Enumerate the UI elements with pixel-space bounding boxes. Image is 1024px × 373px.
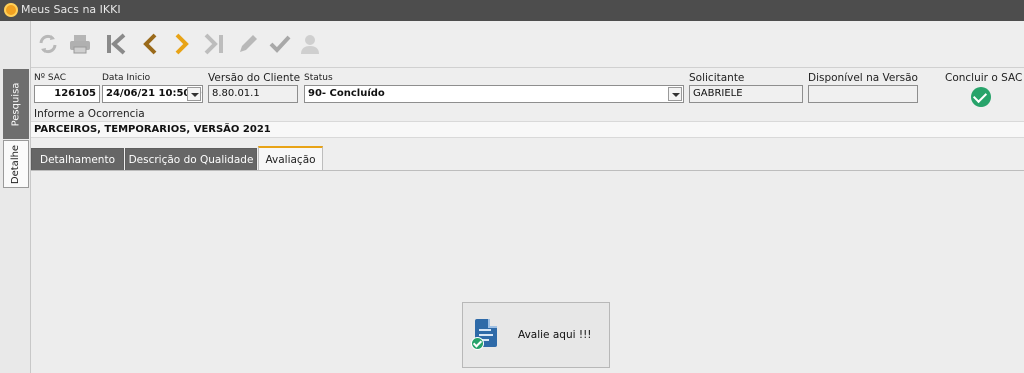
edit-icon[interactable] (235, 31, 261, 57)
nsac-label: Nº SAC (34, 73, 66, 83)
concluir-label: Concluir o SAC (945, 72, 1023, 84)
check-icon (471, 337, 484, 350)
window-title: Meus Sacs na IKKI (21, 3, 121, 16)
data-inicio-label: Data Inicio (102, 73, 151, 83)
status-select[interactable]: 90- Concluído (304, 85, 684, 103)
disponivel-field[interactable] (808, 85, 918, 103)
tab-pesquisa[interactable]: Pesquisa (3, 69, 29, 139)
confirm-icon[interactable] (267, 31, 293, 57)
nsac-field[interactable]: 126105 (34, 85, 100, 103)
concluir-check-icon[interactable] (971, 87, 991, 107)
next-record-icon[interactable] (169, 31, 195, 57)
tab-avaliacao[interactable]: Avaliação (258, 146, 323, 171)
last-record-icon[interactable] (201, 31, 227, 57)
tab-detalhe[interactable]: Detalhe (3, 140, 29, 188)
toolbar-divider (31, 67, 1024, 68)
tab-descricao-qualidade[interactable]: Descrição do Qualidade (125, 148, 257, 171)
solicitante-field[interactable]: GABRIELE (689, 85, 803, 103)
status-label: Status (304, 73, 333, 83)
side-tab-strip: Pesquisa Detalhe (0, 21, 30, 373)
previous-record-icon[interactable] (137, 31, 163, 57)
chevron-down-icon[interactable] (187, 87, 201, 101)
toolbar (31, 27, 1024, 61)
chevron-down-icon[interactable] (668, 87, 682, 101)
data-inicio-field[interactable]: 24/06/21 10:50:00 (102, 85, 203, 103)
title-bar: Meus Sacs na IKKI (0, 0, 1024, 21)
user-icon[interactable] (297, 31, 323, 57)
refresh-icon[interactable] (35, 31, 61, 57)
status-value: 90- Concluído (308, 88, 385, 99)
tab-bar: Detalhamento Descrição do Qualidade Aval… (31, 146, 1024, 171)
ocorrencia-label: Informe a Ocorrencia (34, 108, 145, 120)
versao-cliente-label: Versão do Cliente (208, 72, 301, 84)
disponivel-label: Disponível na Versão (808, 72, 918, 84)
versao-cliente-field[interactable]: 8.80.01.1 (208, 85, 298, 103)
avalie-label: Avalie aqui !!! (518, 329, 592, 341)
first-record-icon[interactable] (103, 31, 129, 57)
solicitante-label: Solicitante (689, 72, 745, 84)
print-icon[interactable] (67, 31, 93, 57)
ocorrencia-field[interactable]: PARCEIROS, TEMPORARIOS, VERSÃO 2021 (31, 121, 1024, 138)
tab-detalhamento[interactable]: Detalhamento (31, 148, 124, 171)
headset-icon (4, 3, 18, 17)
avalie-button[interactable]: Avalie aqui !!! (462, 302, 610, 368)
